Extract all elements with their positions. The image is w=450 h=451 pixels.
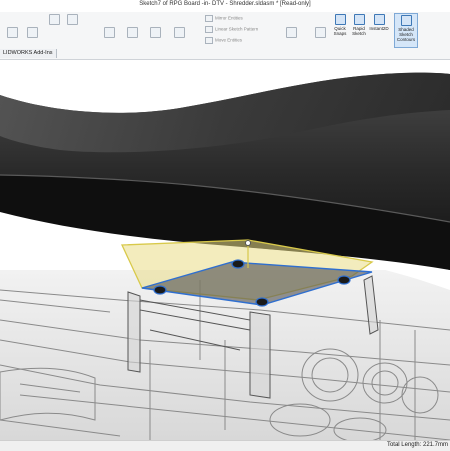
rapid-sketch-button[interactable]: Rapid Sketch (349, 14, 369, 36)
trim-icon (103, 27, 115, 38)
total-length-readout: Total Length: 221.7mm (386, 442, 448, 448)
offset-on-surface-button[interactable] (167, 27, 191, 39)
linear-pattern-button[interactable]: Linear Sketch Pattern (205, 26, 258, 33)
model-view[interactable] (0, 60, 450, 440)
offset-surface-icon (173, 27, 185, 38)
relations-icon (285, 27, 297, 38)
window-title: Sketch7 of RPG Board -in- DTV - Shredder… (139, 1, 311, 7)
rapid-sketch-icon (353, 14, 365, 25)
instant2d-icon (373, 14, 385, 25)
move-entities-button[interactable]: Move Entities (205, 37, 242, 44)
rectangle-button[interactable] (44, 14, 64, 26)
repair-sketch-button[interactable] (309, 27, 331, 39)
rectangle-icon (48, 14, 60, 25)
repair-icon (314, 27, 326, 38)
tab-add-ins[interactable]: LIDWORKS Add-Ins (0, 49, 57, 58)
instant2d-button[interactable]: Instant2D (368, 14, 390, 31)
offset-icon (149, 27, 161, 38)
smart-dimension-button[interactable] (21, 27, 43, 39)
shaded-sketch-contours-button[interactable]: Shaded Sketch Contours (394, 13, 418, 48)
line-button[interactable] (2, 27, 22, 39)
smart-dimension-icon (26, 27, 38, 38)
mirror-entities-button[interactable]: Mirror Entities (205, 15, 243, 22)
move-icon (205, 37, 213, 44)
command-tab-bar: LIDWORKS Add-Ins (0, 49, 450, 60)
sketch-point[interactable] (245, 240, 251, 246)
circle-button[interactable] (62, 14, 82, 26)
pattern-icon (205, 26, 213, 33)
shaded-contours-icon (400, 15, 412, 26)
offset-entities-button[interactable] (143, 27, 167, 39)
line-icon (6, 27, 18, 38)
quick-snaps-button[interactable]: Quick Snaps (330, 14, 350, 36)
display-relations-button[interactable] (276, 27, 306, 39)
snap-icon (334, 14, 346, 25)
circle-icon (66, 14, 78, 25)
trim-entities-button[interactable] (98, 27, 120, 39)
convert-entities-button[interactable] (120, 27, 144, 39)
graphics-viewport[interactable] (0, 60, 450, 440)
status-bar: Total Length: 221.7mm (0, 440, 450, 451)
mirror-icon (205, 15, 213, 22)
convert-icon (126, 27, 138, 38)
command-ribbon: Mirror Entities Linear Sketch Pattern Mo… (0, 12, 450, 50)
shaded-contours-label-group: Shaded Sketch Contours (395, 15, 417, 42)
